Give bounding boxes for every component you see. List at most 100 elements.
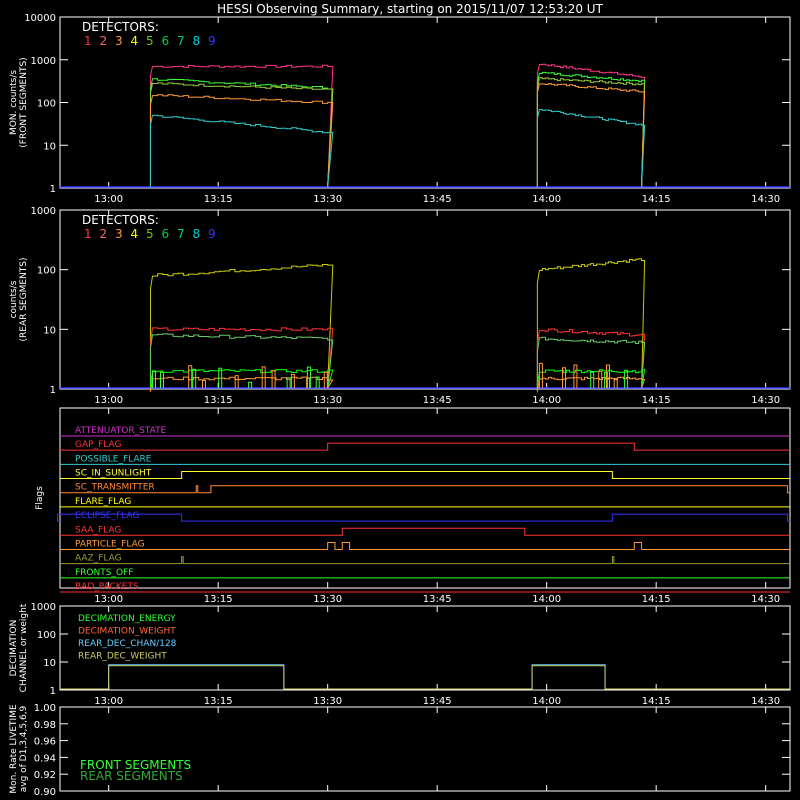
hessi-summary-plot: HESSI Observing Summary, starting on 201… [9,2,791,798]
legend-detector-number: 7 [177,227,185,241]
panel-3: 13:00 13:15 13:30 13:45 14:00 14:15 14:30 1000 1… [9,602,791,707]
flag-label: SAA_FLAG [75,525,121,535]
series-line [149,258,646,389]
y-tick-label: 0.90 [34,787,56,798]
time-tick-label: 13:15 [204,395,233,406]
y-axis-label: CHANNEL or weight [19,603,29,692]
time-tick-label: 13:30 [313,194,342,205]
legend-detector-number: 3 [115,34,123,48]
time-tick-label: 13:15 [204,696,233,707]
y-axis-label: avg of D1,3,4,5,6,9 [19,705,29,792]
y-tick-label: 100 [37,630,56,641]
flag-line [60,541,790,550]
time-tick-label: 14:00 [532,594,561,605]
time-tick-label: 14:00 [532,194,561,205]
y-tick-label: 0.96 [34,737,56,748]
legend-detector-number: 7 [177,34,185,48]
time-tick-label: 13:00 [94,395,123,406]
y-tick-label: 0.98 [34,720,56,731]
y-tick-label: 1000 [31,206,56,217]
y-tick-label: 10 [43,325,56,336]
time-tick-label: 14:15 [642,696,671,707]
time-tick-label: 13:00 [94,194,123,205]
series-line [149,77,646,188]
decimation-legend: DECIMATION_ENERGY [78,614,176,624]
time-tick-label: 13:30 [313,696,342,707]
decimation-legend: REAR_DEC_CHAN/128 [78,639,177,649]
y-tick-label: 10 [43,141,56,152]
flag-label: GAP_FLAG [75,440,121,450]
time-tick-label: 14:30 [751,194,780,205]
panel-frame [59,209,791,390]
y-axis-label: counts/s [9,280,19,318]
flag-label: FRONTS_OFF [75,568,133,578]
y-axis-label: Mon. Rate LIVETIME [9,704,19,794]
time-tick-label: 13:15 [204,194,233,205]
legend-detector-number: 1 [84,227,92,241]
y-axis-label: (REAR SEGMENTS) [19,257,29,341]
panel-0: 13:00 13:15 13:30 13:45 14:00 14:15 14:30 10000… [9,13,791,205]
flag-line [60,485,790,494]
y-tick-label: 0.94 [34,753,56,764]
y-tick-label: 1 [50,184,56,195]
time-tick-label: 13:45 [423,696,452,707]
legend-detector-number: 3 [115,227,123,241]
time-tick-label: 14:15 [642,594,671,605]
y-tick-label: 10000 [24,13,56,24]
time-tick-label: 14:00 [532,395,561,406]
legend-detector-number: 6 [162,34,170,48]
flag-label: FLARE_FLAG [75,497,131,507]
decimation-legend: DECIMATION_WEIGHT [78,627,176,637]
legend-detector-number: 8 [193,227,201,241]
y-tick-label: 100 [37,99,56,110]
series-line [149,83,646,188]
series-line [149,109,646,188]
y-axis-label: MON. counts/s [9,70,19,135]
y-tick-label: 1000 [31,602,56,613]
time-tick-label: 14:15 [642,395,671,406]
panel-4: Mon. Rate LIVETIME avg of D1,3,4,5,6,9 1.0… [9,703,791,798]
time-tick-label: 14:15 [642,194,671,205]
time-tick-label: 13:45 [423,594,452,605]
flag-line [60,442,790,451]
legend-detector-number: 1 [84,34,92,48]
legend-detector-number: 9 [208,34,216,48]
y-axis-label: DECIMATION [9,620,19,677]
flag-label: SC_TRANSMITTER [75,483,155,493]
time-tick-label: 14:30 [751,594,780,605]
panels: 13:00 13:15 13:30 13:45 14:00 14:15 14:3010000… [9,13,791,798]
flag-label: ATTENUATOR_STATE [75,426,167,436]
decimation-legend: REAR_DEC_WEIGHT [78,652,167,662]
flag-label: PARTICLE_FLAG [75,539,145,549]
legend-detector-number: 2 [100,227,108,241]
legend-title: DETECTORS: [82,20,159,34]
livetime-legend: REAR SEGMENTS [80,769,183,783]
decimation-line [60,665,790,690]
flag-label: POSSIBLE_FLARE [75,454,152,464]
time-tick-label: 13:00 [94,594,123,605]
legend-detector-number: 4 [131,34,139,48]
time-tick-label: 14:30 [751,395,780,406]
flag-line [60,527,790,536]
y-tick-label: 0.92 [34,770,56,781]
y-tick-label: 1.00 [34,703,56,714]
flag-label: SC_IN_SUNLIGHT [75,469,152,479]
plot-title: HESSI Observing Summary, starting on 201… [217,2,603,16]
legend-detector-number: 6 [162,227,170,241]
time-tick-label: 14:00 [532,696,561,707]
y-axis-label: (FRONT SEGMENTS) [19,57,29,147]
legend-detector-number: 4 [131,227,139,241]
flag-label: AAZ_FLAG [75,554,122,564]
time-tick-label: 13:30 [313,395,342,406]
legend-title: DETECTORS: [82,213,159,227]
series-line [149,333,646,389]
series-line [149,71,646,188]
time-tick-label: 13:30 [313,594,342,605]
y-tick-label: 1000 [31,56,56,67]
legend-detector-number: 9 [208,227,216,241]
time-tick-label: 13:15 [204,594,233,605]
flag-line [60,556,790,565]
legend-detector-number: 2 [100,34,108,48]
flag-label: BAD_PACKETS [75,582,139,592]
legend-detector-number: 8 [193,34,201,48]
